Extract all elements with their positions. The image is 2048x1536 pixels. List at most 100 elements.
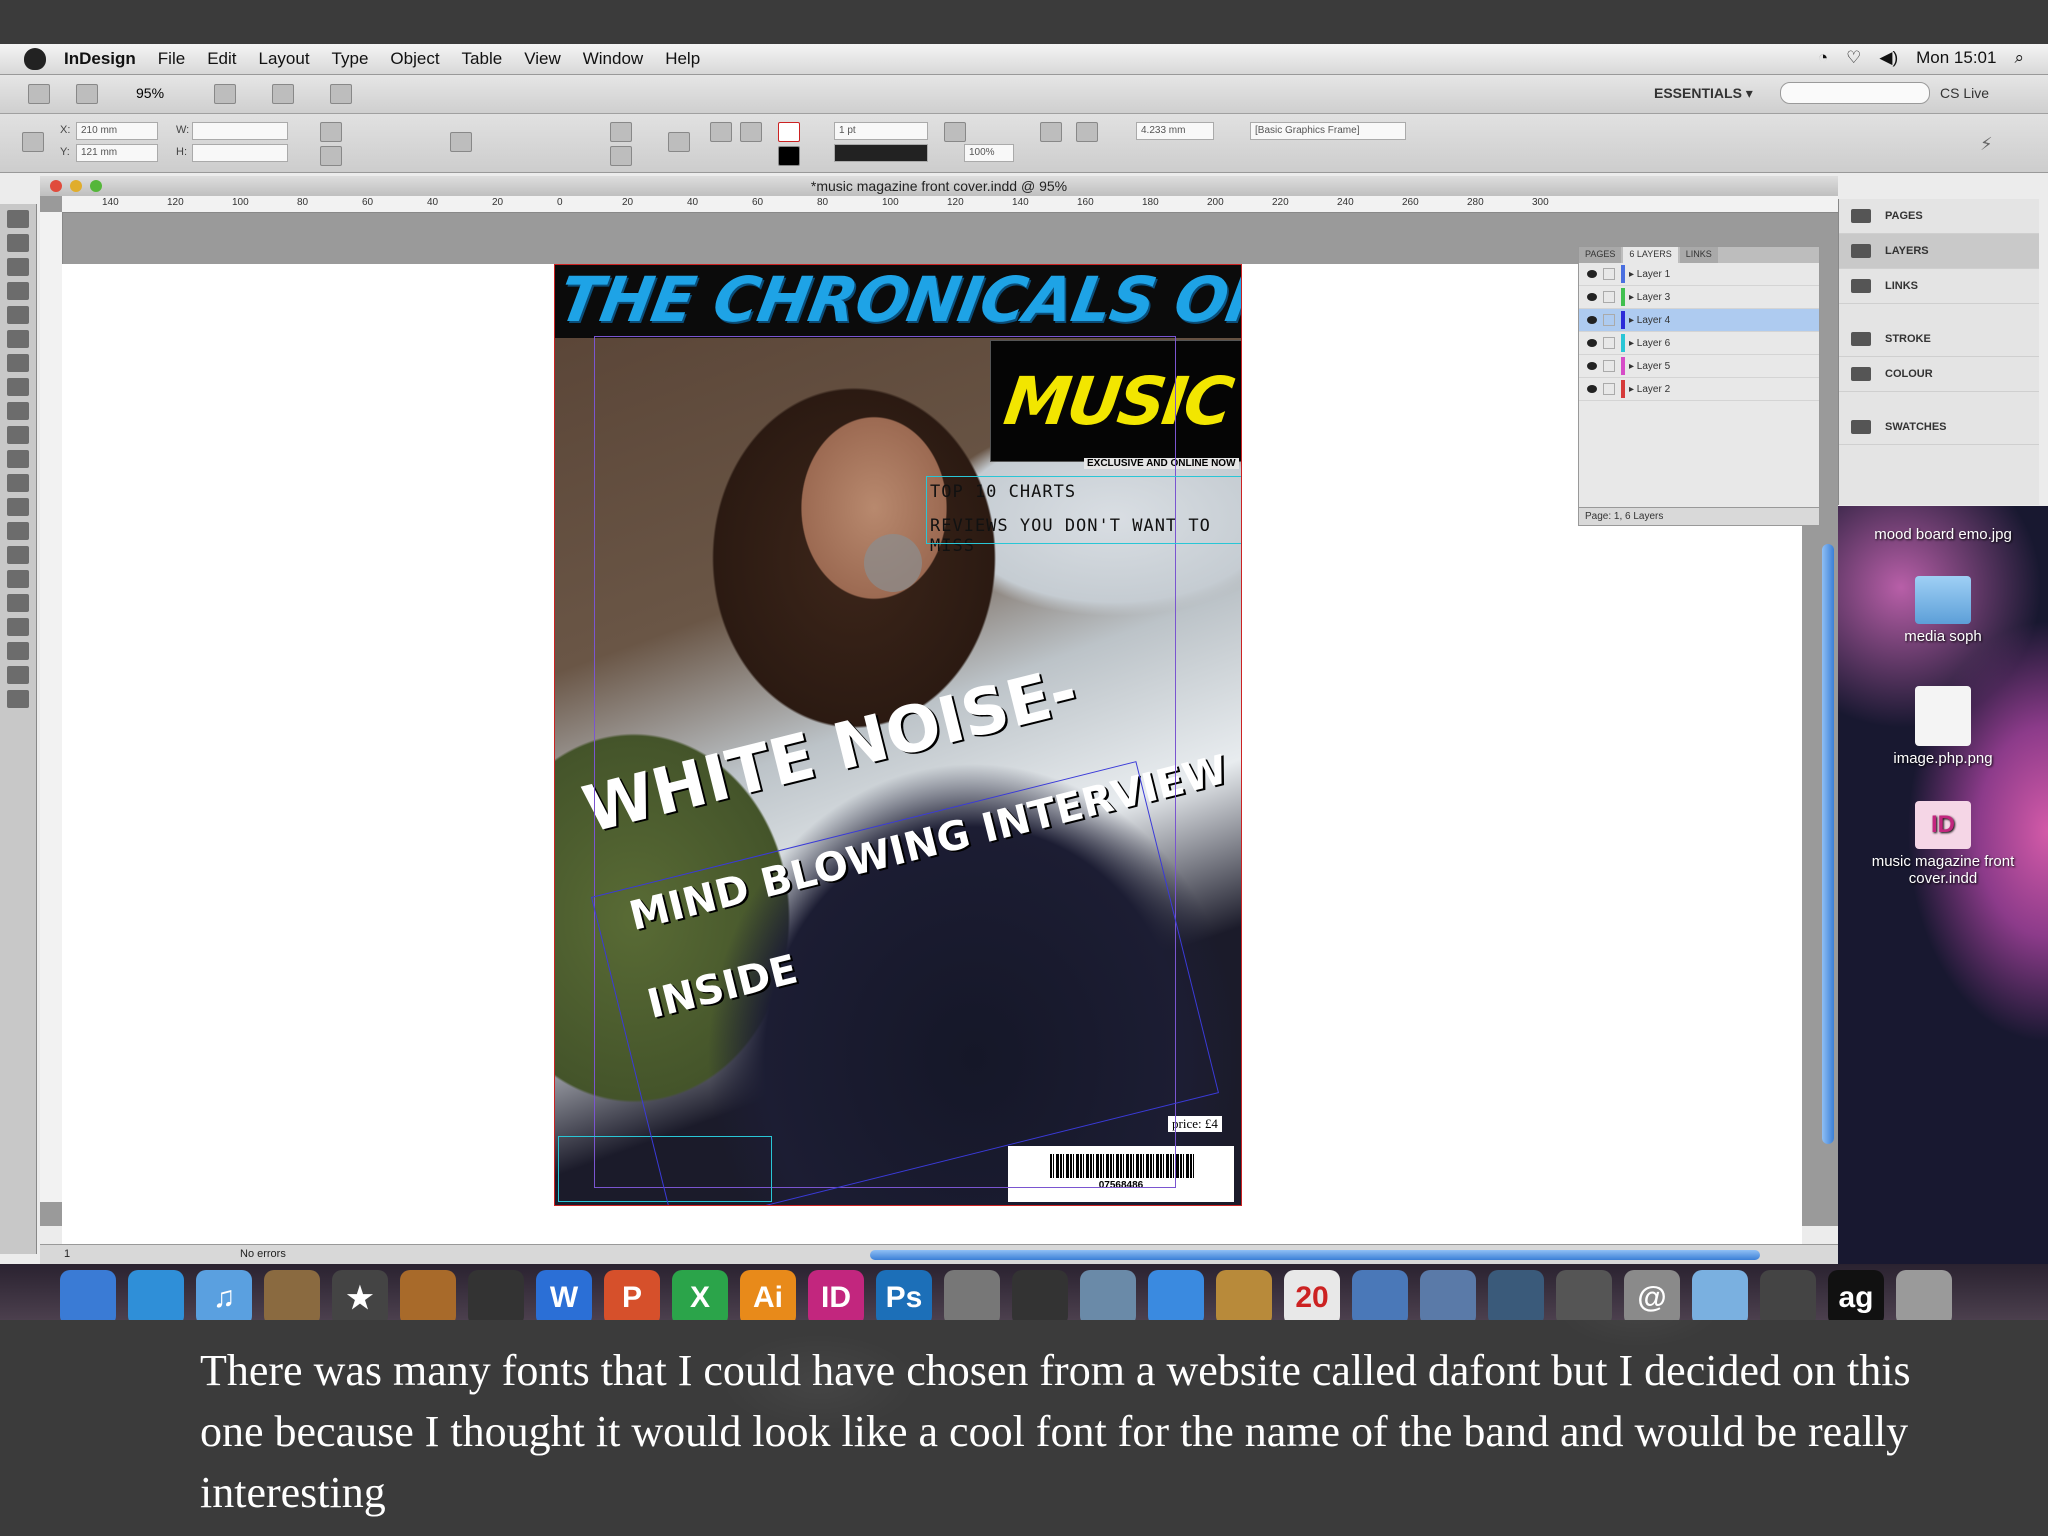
eye-icon[interactable] [1587, 339, 1597, 347]
layer-row[interactable]: ▸ Layer 1 [1579, 263, 1819, 286]
gradient-feather-tool-icon[interactable] [7, 522, 29, 540]
menu-view[interactable]: View [524, 49, 561, 69]
stroke-weight-field[interactable]: 1 pt [834, 122, 928, 140]
magazine-cover-page[interactable]: THE CHRONICALS OF MUSIC EXCLUSIVE AND ON… [554, 264, 1242, 1206]
flip-vertical-icon[interactable] [740, 122, 762, 142]
flip-horizontal-icon[interactable] [710, 122, 732, 142]
scale-y-icon[interactable] [320, 146, 342, 166]
direct-selection-tool-icon[interactable] [7, 234, 29, 252]
screen-mode-tool-icon[interactable] [7, 690, 29, 708]
rectangle-frame-tool-icon[interactable] [7, 402, 29, 420]
dock-item-stroke[interactable]: STROKE [1839, 322, 2039, 357]
lock-toggle-icon[interactable] [1603, 291, 1615, 303]
menu-object[interactable]: Object [390, 49, 439, 69]
illustrator-icon[interactable]: Ai [740, 1270, 796, 1320]
note-tool-icon[interactable] [7, 546, 29, 564]
time-machine-icon[interactable]: ◔ [1818, 48, 1828, 68]
fit-content-icon[interactable] [944, 122, 966, 142]
garageband-icon[interactable] [400, 1270, 456, 1320]
eyedropper-tool-icon[interactable] [7, 570, 29, 588]
object-style-select[interactable]: [Basic Graphics Frame] [1250, 122, 1406, 140]
height-field[interactable] [192, 144, 288, 162]
menu-table[interactable]: Table [462, 49, 503, 69]
dock-item-layers[interactable]: LAYERS [1839, 234, 2039, 269]
imovie-icon[interactable]: ★ [332, 1270, 388, 1320]
layer-row[interactable]: ▸ Layer 4 [1579, 309, 1819, 332]
layer-row[interactable]: ▸ Layer 2 [1579, 378, 1819, 401]
line-tool-icon[interactable] [7, 330, 29, 348]
workspace-switcher[interactable]: ESSENTIALS ▾ [1654, 85, 1753, 102]
pen-tool-icon[interactable] [7, 354, 29, 372]
apple-icon[interactable] [24, 48, 46, 70]
ichat-icon[interactable] [1148, 1270, 1204, 1320]
cover-line-reviews[interactable]: REVIEWS YOU DON'T WANT TO MISS [930, 516, 1242, 556]
dock-item-swatches[interactable]: SWATCHES [1839, 410, 2039, 445]
lock-toggle-icon[interactable] [1603, 383, 1615, 395]
menu-file[interactable]: File [158, 49, 185, 69]
fill-stroke-icon[interactable] [7, 642, 29, 660]
excel-icon[interactable]: X [672, 1270, 728, 1320]
finder-icon[interactable] [60, 1270, 116, 1320]
tab-links[interactable]: LINKS [1679, 247, 1718, 263]
y-position-field[interactable]: 121 mm [76, 144, 158, 162]
mail-stack-icon[interactable]: @ [1624, 1270, 1680, 1320]
cover-tagline[interactable]: EXCLUSIVE AND ONLINE NOW [1084, 458, 1239, 469]
shear-icon[interactable] [610, 146, 632, 166]
folder-icon[interactable] [1692, 1270, 1748, 1320]
layer-row[interactable]: ▸ Layer 5 [1579, 355, 1819, 378]
close-icon[interactable] [50, 180, 62, 192]
eye-icon[interactable] [1587, 362, 1597, 370]
eye-icon[interactable] [1587, 316, 1597, 324]
photo-stack-icon[interactable] [1556, 1270, 1612, 1320]
lightning-icon[interactable]: ⚡ [1980, 134, 2000, 154]
wifi-icon[interactable]: ♡ [1846, 48, 1861, 68]
ag-icon[interactable]: ag [1828, 1270, 1884, 1320]
dock-item-colour[interactable]: COLOUR [1839, 357, 2039, 392]
preflight-status[interactable]: No errors [240, 1248, 286, 1260]
ical-icon[interactable]: 20 [1284, 1270, 1340, 1320]
lock-toggle-icon[interactable] [1603, 314, 1615, 326]
gradient-tool-icon[interactable] [7, 498, 29, 516]
bridge-icon[interactable] [76, 84, 98, 104]
search-input[interactable] [1780, 82, 1930, 104]
arrange-documents-icon[interactable] [330, 84, 352, 104]
lock-toggle-icon[interactable] [1603, 337, 1615, 349]
spotlight-icon[interactable]: ⌕ [2014, 48, 2024, 68]
selection-tool-icon[interactable] [7, 210, 29, 228]
vertical-scrollbar[interactable] [1822, 544, 1834, 1144]
scissors-tool-icon[interactable] [7, 450, 29, 468]
masthead-text[interactable]: THE CHRONICALS OF [554, 264, 1242, 336]
minimize-icon[interactable] [70, 180, 82, 192]
preferences-icon[interactable] [944, 1270, 1000, 1320]
screen-mode-icon[interactable] [272, 84, 294, 104]
eye-icon[interactable] [1587, 293, 1597, 301]
stroke-type-select[interactable] [834, 144, 928, 162]
type-tool-icon[interactable] [7, 306, 29, 324]
apply-none-icon[interactable] [7, 666, 29, 684]
opacity-field[interactable]: 100% [964, 144, 1014, 162]
hand-tool-icon[interactable] [7, 594, 29, 612]
cs-live-button[interactable]: CS Live [1940, 85, 1989, 101]
desktop-folder-media[interactable]: media soph [1853, 576, 2033, 645]
dashboard-icon[interactable] [1012, 1270, 1068, 1320]
zoom-level-select[interactable]: 95% [136, 85, 164, 101]
reference-field[interactable]: 4.233 mm [1136, 122, 1214, 140]
volume-icon[interactable]: ◀) [1879, 48, 1898, 68]
text-wrap-icon[interactable] [1040, 122, 1062, 142]
itunes-icon[interactable]: ♫ [196, 1270, 252, 1320]
rotate-icon[interactable] [610, 122, 632, 142]
zoom-tool-icon[interactable] [7, 618, 29, 636]
spaces-icon[interactable] [1420, 1270, 1476, 1320]
horizontal-scrollbar[interactable] [870, 1250, 1760, 1260]
dock-item-links[interactable]: LINKS [1839, 269, 2039, 304]
zoom-icon[interactable] [90, 180, 102, 192]
layer-row[interactable]: ▸ Layer 6 [1579, 332, 1819, 355]
pencil-tool-icon[interactable] [7, 378, 29, 396]
menu-app-name[interactable]: InDesign [64, 49, 136, 69]
gap-tool-icon[interactable] [7, 282, 29, 300]
lock-toggle-icon[interactable] [1603, 268, 1615, 280]
trash-icon[interactable] [1896, 1270, 1952, 1320]
mail-icon[interactable] [1080, 1270, 1136, 1320]
eye-icon[interactable] [1587, 270, 1597, 278]
word-icon[interactable]: W [536, 1270, 592, 1320]
